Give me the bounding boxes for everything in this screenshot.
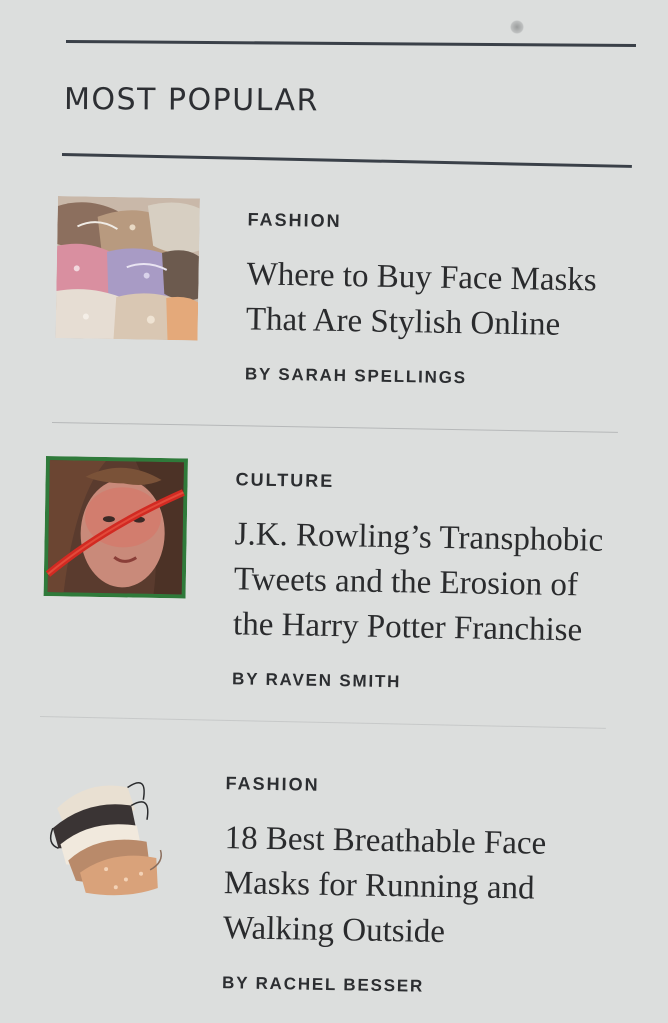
article-headline[interactable]: J.K. Rowling’s Transphobic Tweets and th… <box>233 512 625 654</box>
article-byline: BY SARAH SPELLINGS <box>244 364 468 388</box>
article-headline[interactable]: 18 Best Breathable Face Masks for Runnin… <box>223 816 615 958</box>
stacked-face-masks-image[interactable] <box>45 768 168 901</box>
article-category[interactable]: FASHION <box>247 209 627 237</box>
article-byline: BY RAVEN SMITH <box>231 669 402 692</box>
most-popular-item-3[interactable]: FASHION 18 Best Breathable Face Masks fo… <box>40 760 624 1010</box>
article-category[interactable]: CULTURE <box>235 469 625 497</box>
most-popular-heading: MOST POPULAR <box>63 82 320 119</box>
most-popular-item-1[interactable]: FASHION Where to Buy Face Masks That Are… <box>53 196 636 406</box>
article-byline: BY RACHEL BESSER <box>221 973 425 996</box>
article-divider <box>39 716 606 729</box>
screen-speck <box>510 20 524 34</box>
most-popular-item-2[interactable]: CULTURE J.K. Rowling’s Transphobic Tweet… <box>42 456 626 706</box>
article-headline[interactable]: Where to Buy Face Masks That Are Stylish… <box>245 252 627 349</box>
section-top-rule <box>65 40 636 47</box>
article-divider <box>51 422 618 433</box>
section-heading-rule <box>61 153 632 168</box>
fabric-face-masks-pile-image[interactable] <box>55 196 200 341</box>
portrait-with-red-slash-image[interactable] <box>43 456 188 599</box>
article-category[interactable]: FASHION <box>225 773 615 801</box>
